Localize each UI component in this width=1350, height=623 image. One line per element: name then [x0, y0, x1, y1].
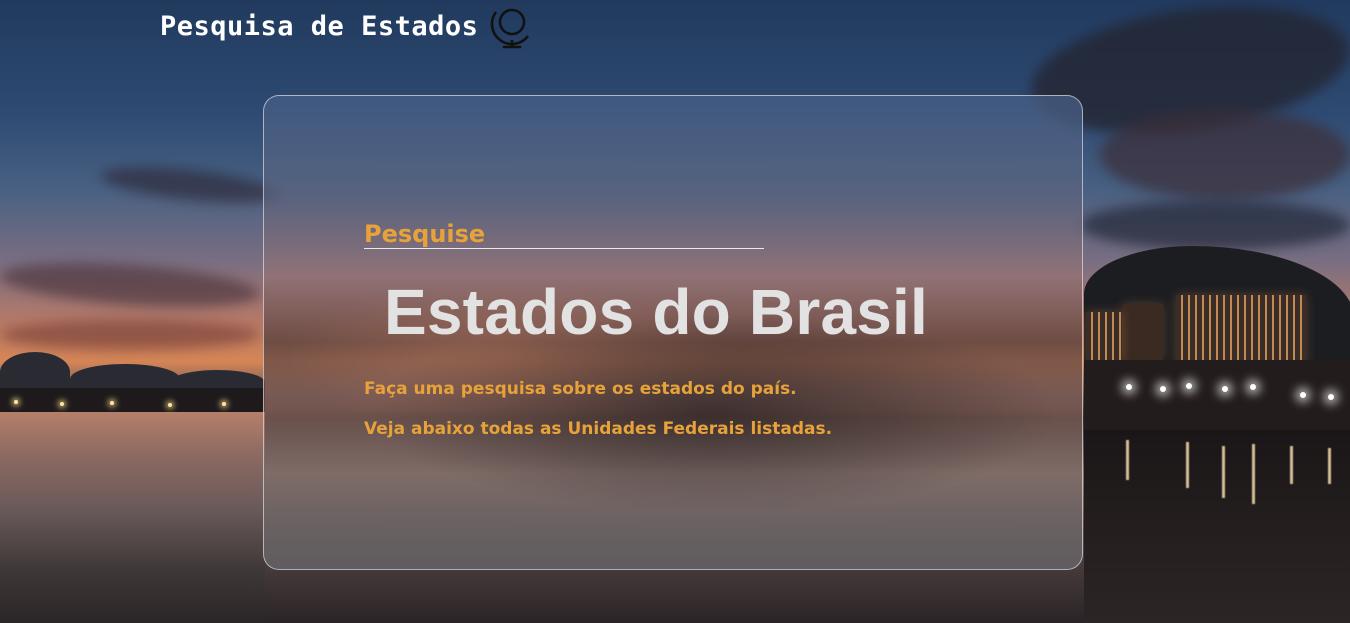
shoreline [0, 388, 265, 412]
cloud [1080, 200, 1350, 250]
water-reflection [0, 412, 265, 623]
cloud [1100, 110, 1350, 200]
light-reflection [1328, 448, 1331, 484]
hero-description: Faça uma pesquisa sobre os estados do pa… [364, 379, 797, 399]
hero-description: Veja abaixo todas as Unidades Federais l… [364, 419, 833, 439]
boat-light [110, 401, 114, 405]
hero-headline: Estados do Brasil [384, 276, 928, 348]
building [1086, 312, 1122, 362]
hill [0, 352, 70, 392]
site-header: Pesquisa de Estados [160, 4, 534, 50]
city-shore [1084, 360, 1350, 430]
building [1176, 295, 1306, 365]
city-light [1300, 392, 1306, 398]
boat-light [60, 402, 64, 406]
cloud [98, 160, 282, 210]
boat-light [222, 402, 226, 406]
water-reflection [1084, 430, 1350, 623]
light-reflection [1222, 446, 1225, 498]
city-light [1126, 384, 1132, 390]
hero-eyebrow: Pesquise [364, 220, 764, 249]
city-light [1186, 383, 1192, 389]
site-title: Pesquisa de Estados [160, 11, 479, 42]
light-reflection [1126, 440, 1129, 480]
light-reflection [1252, 444, 1255, 504]
cloud [0, 320, 260, 350]
light-reflection [1186, 442, 1189, 488]
page: Pesquisa de Estados Pesquise Estados do … [0, 0, 1350, 623]
hero-content: Pesquise Estados do Brasil Faça uma pesq… [364, 220, 1004, 439]
city-light [1222, 386, 1228, 392]
city-light [1328, 394, 1334, 400]
city-light [1160, 386, 1166, 392]
light-reflection [1290, 446, 1293, 484]
globe-icon [491, 8, 530, 49]
cloud [0, 255, 262, 315]
building [1123, 304, 1163, 360]
boat-light [14, 400, 18, 404]
hero-card: Pesquise Estados do Brasil Faça uma pesq… [263, 95, 1083, 570]
city-light [1250, 384, 1256, 390]
boat-light [168, 403, 172, 407]
